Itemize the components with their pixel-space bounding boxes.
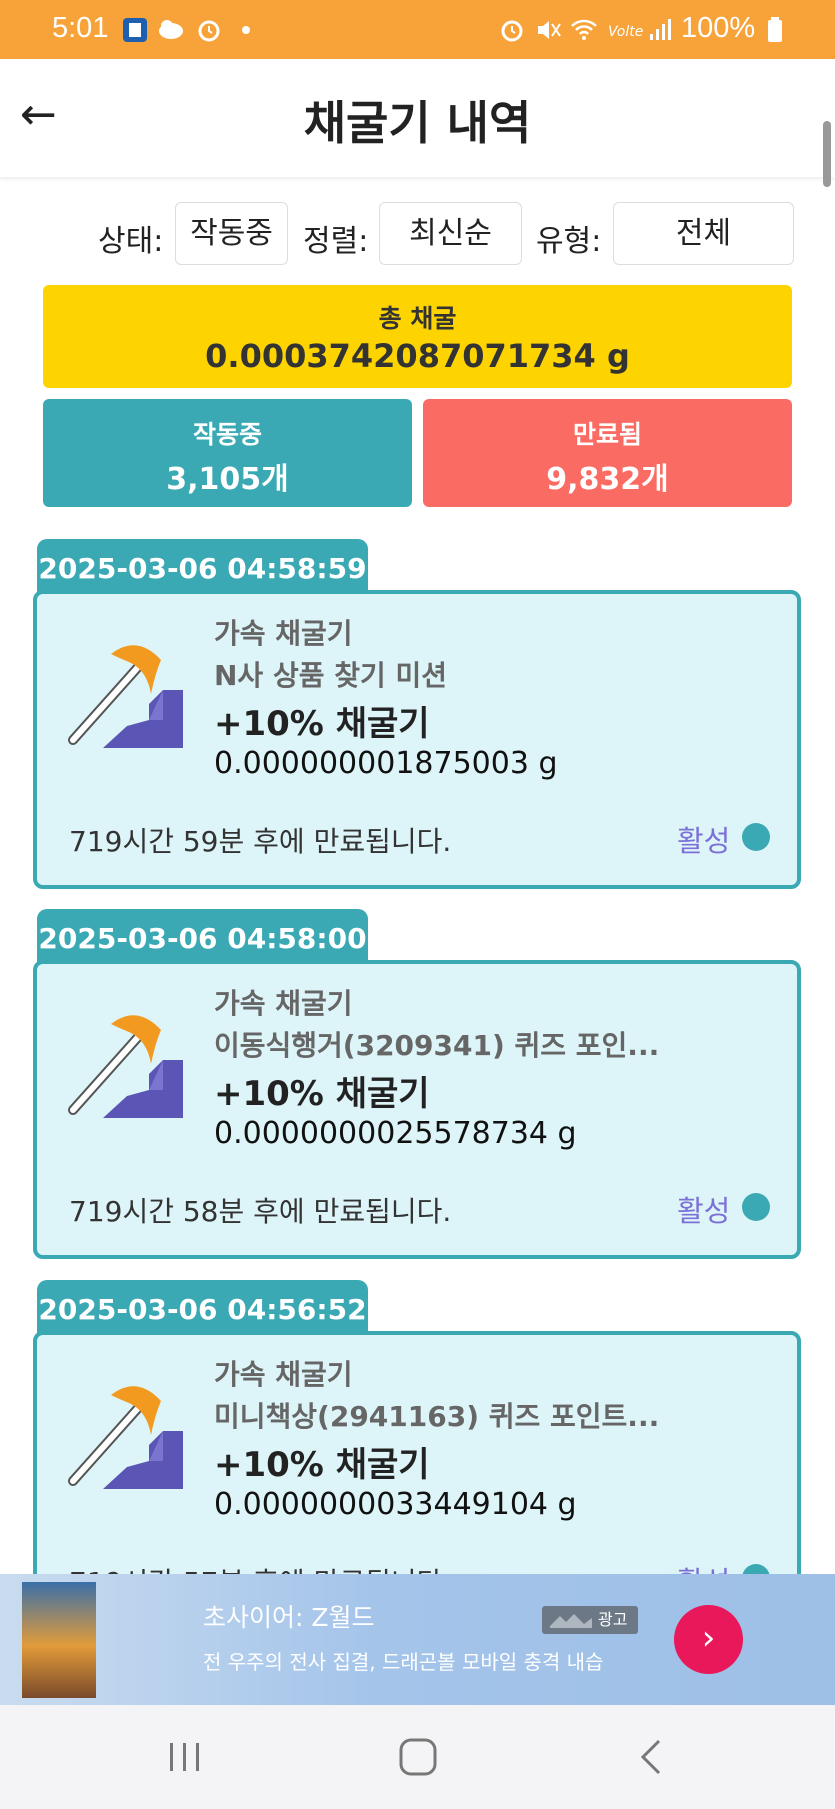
ad-cta-button[interactable]: › (674, 1605, 743, 1674)
miner-status-label: 활성 (677, 824, 731, 858)
status-filter-label: 상태: (98, 224, 164, 259)
recent-apps-icon[interactable] (160, 1735, 210, 1779)
active-count-card[interactable]: 작동중 3,105개 (43, 399, 412, 507)
miner-amount: 0.0000000025578734 g (214, 1116, 577, 1151)
ad-title[interactable]: 초사이어: Z월드 (203, 1598, 375, 1634)
expired-count-label: 만료됨 (572, 420, 642, 449)
miner-bonus: +10% 채굴기 (214, 704, 430, 744)
ad-network-logo-icon (550, 1614, 592, 1628)
system-nav-bar (0, 1705, 835, 1809)
scrollbar-thumb[interactable] (823, 121, 831, 187)
total-mining-label: 총 채굴 (378, 304, 457, 333)
miner-type: 가속 채굴기 (214, 1358, 353, 1391)
miner-status-label: 활성 (677, 1194, 731, 1228)
svg-text:Volte: Volte (608, 24, 643, 40)
total-mining-value: 0.0003742087071734 g (205, 337, 630, 375)
signal-icon (650, 19, 671, 40)
dot-icon (242, 26, 250, 34)
miner-card[interactable]: 가속 채굴기 이동식행거(3209341) 퀴즈 포인... +10% 채굴기 … (33, 960, 801, 1259)
miner-mission: 이동식행거(3209341) 퀴즈 포인... (214, 1029, 660, 1062)
status-time: 5:01 (52, 12, 109, 44)
wifi-icon (571, 19, 597, 40)
miner-amount: 0.000000001875003 g (214, 746, 558, 781)
type-filter-label: 유형: (536, 224, 602, 259)
pickaxe-miner-icon (68, 1386, 183, 1489)
cloud-chat-icon (159, 20, 183, 39)
app-notification-icon (123, 18, 147, 42)
active-count-value: 3,105개 (166, 462, 289, 497)
miner-bonus: +10% 채굴기 (214, 1074, 430, 1114)
alarm-icon (501, 20, 523, 42)
pickaxe-miner-icon (68, 1015, 183, 1118)
page-title: 채굴기 내역 (303, 96, 532, 150)
battery-percent: 100% (681, 12, 756, 44)
miner-mission: 미니책상(2941163) 퀴즈 포인트... (214, 1400, 660, 1433)
type-filter-select[interactable]: 전체 (613, 202, 794, 265)
active-status-dot-icon (742, 1193, 770, 1221)
miner-amount: 0.0000000033449104 g (214, 1487, 577, 1522)
status-bar: 5:01 Volte 100% (0, 0, 835, 59)
miner-type: 가속 채굴기 (214, 617, 353, 650)
home-icon[interactable] (393, 1735, 443, 1779)
active-status-dot-icon (742, 823, 770, 851)
status-filter-select[interactable]: 작동중 (175, 202, 288, 265)
ad-label: 광고 (598, 1610, 628, 1629)
ad-badge: 광고 (542, 1606, 638, 1634)
ad-description[interactable]: 전 우주의 전사 집결, 드래곤볼 모바일 충격 내습 (203, 1646, 603, 1675)
volte-icon: Volte (608, 24, 643, 40)
sort-filter-label: 정렬: (303, 224, 369, 259)
expired-count-value: 9,832개 (546, 462, 669, 497)
miner-expire-text: 719시간 58분 후에 만료됩니다. (69, 1195, 452, 1228)
total-mining-card: 총 채굴 0.0003742087071734 g (43, 285, 792, 388)
pickaxe-miner-icon (68, 645, 183, 748)
ad-banner[interactable]: 초사이어: Z월드 전 우주의 전사 집결, 드래곤볼 모바일 충격 내습 광고… (0, 1574, 835, 1705)
ad-thumbnail-image[interactable] (22, 1582, 96, 1698)
alarm-icon (198, 20, 220, 42)
sort-filter-select[interactable]: 최신순 (379, 202, 522, 265)
battery-icon (768, 17, 782, 42)
miner-type: 가속 채굴기 (214, 987, 353, 1020)
expired-count-card[interactable]: 만료됨 9,832개 (423, 399, 792, 507)
active-count-label: 작동중 (192, 420, 262, 449)
mute-icon (538, 21, 561, 39)
app-header: ← 채굴기 내역 (0, 59, 835, 187)
miner-mission: N사 상품 찾기 미션 (214, 659, 447, 692)
back-nav-icon[interactable] (627, 1735, 677, 1779)
miner-bonus: +10% 채굴기 (214, 1445, 430, 1485)
miner-expire-text: 719시간 59분 후에 만료됩니다. (69, 825, 452, 858)
miner-card[interactable]: 가속 채굴기 N사 상품 찾기 미션 +10% 채굴기 0.0000000018… (33, 590, 801, 889)
